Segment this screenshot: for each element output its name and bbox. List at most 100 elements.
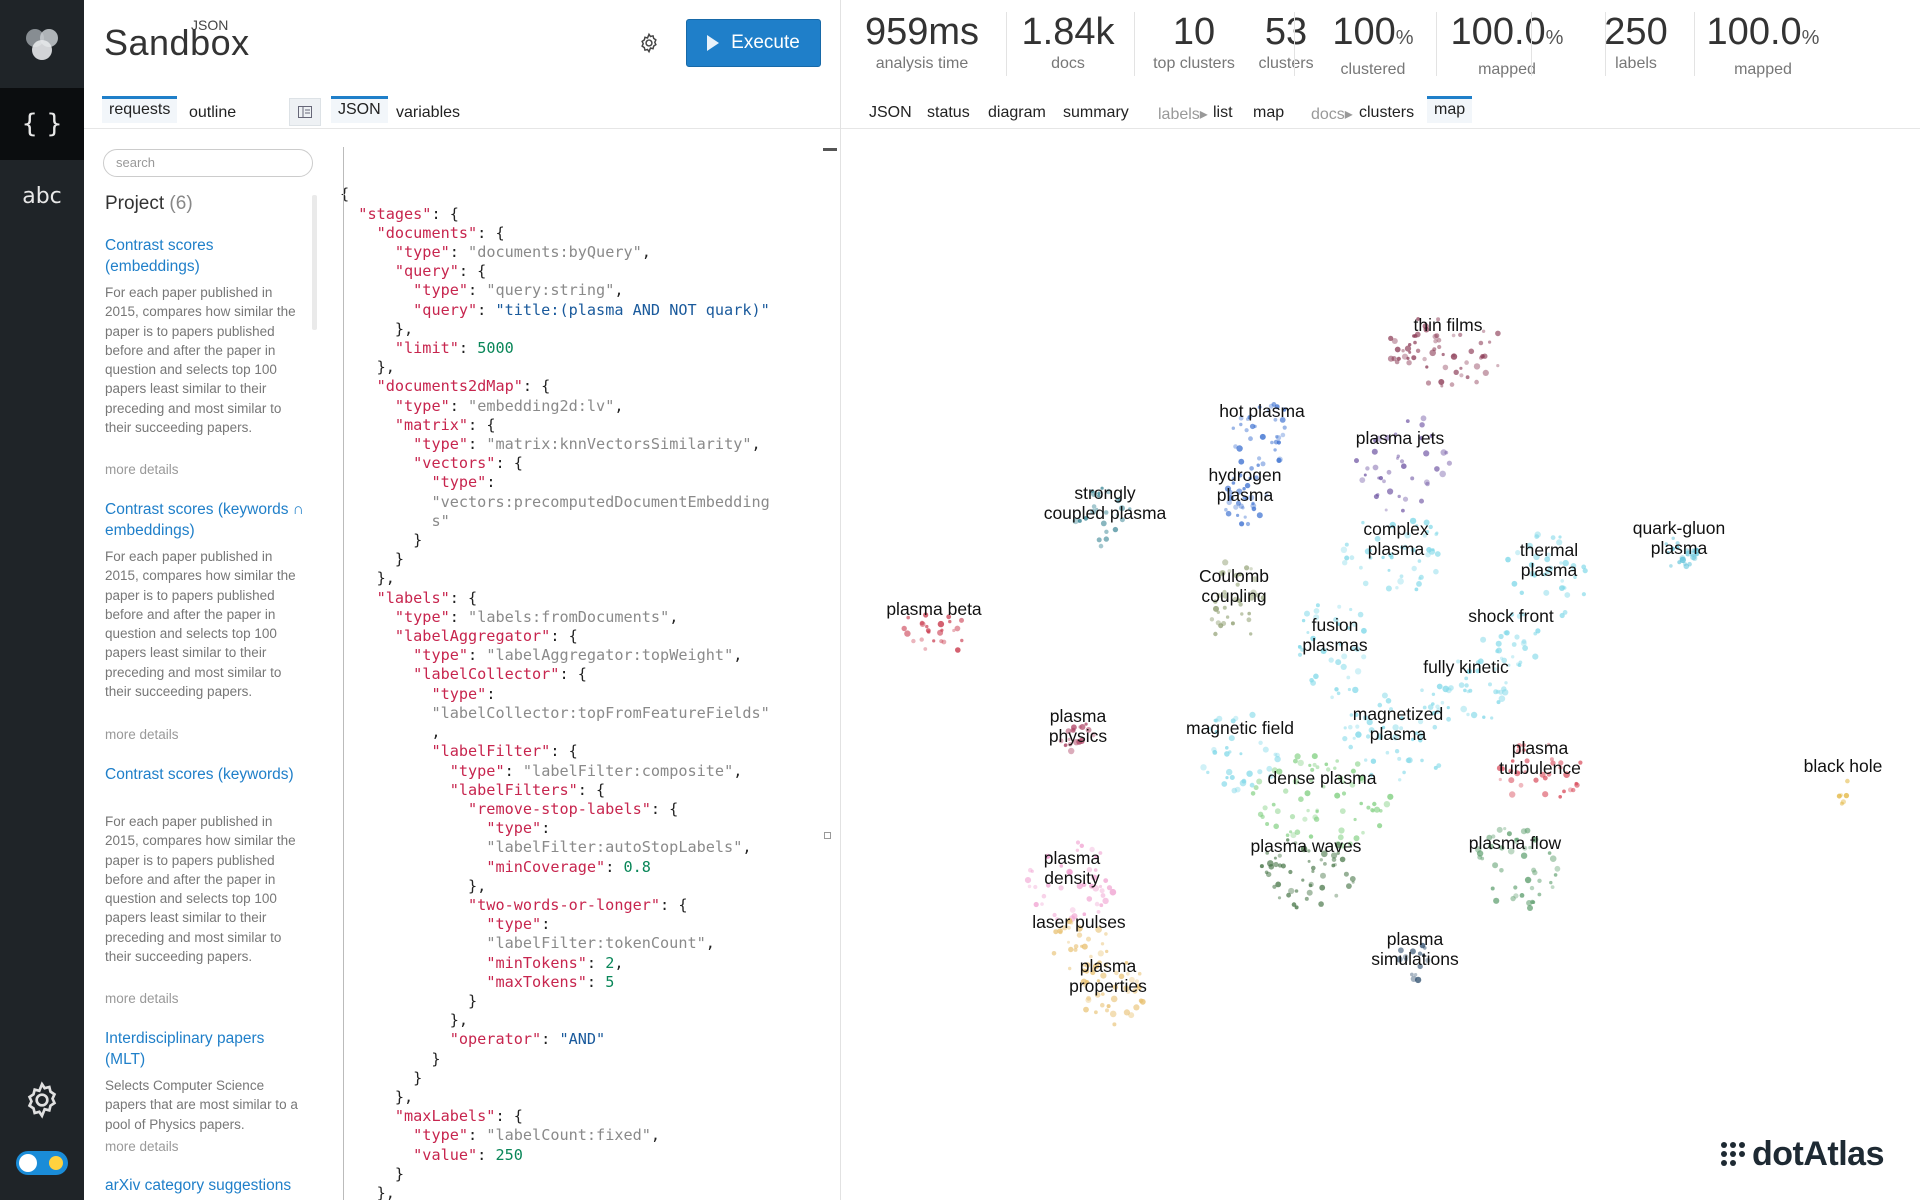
document-dot[interactable] <box>1499 868 1504 873</box>
document-dot[interactable] <box>1280 432 1286 438</box>
tab-labels-map[interactable]: map <box>1246 99 1291 126</box>
document-dot[interactable] <box>1239 422 1243 427</box>
document-dot[interactable] <box>1534 534 1540 539</box>
document-dot[interactable] <box>1354 458 1359 464</box>
document-dot[interactable] <box>1420 688 1424 692</box>
document-dot[interactable] <box>1224 751 1230 757</box>
document-dot[interactable] <box>1466 712 1470 717</box>
document-dot[interactable] <box>1104 932 1108 936</box>
document-dot[interactable] <box>1280 863 1286 869</box>
document-dot[interactable] <box>1371 448 1378 455</box>
document-dot[interactable] <box>1363 473 1367 477</box>
document-dot[interactable] <box>923 647 928 651</box>
tab-docs-clusters[interactable]: clusters <box>1352 99 1421 126</box>
document-dot[interactable] <box>1249 423 1256 430</box>
document-dot[interactable] <box>1488 682 1492 687</box>
document-dot[interactable] <box>1495 330 1501 337</box>
document-dot[interactable] <box>1225 776 1229 780</box>
document-dot[interactable] <box>1468 348 1475 355</box>
document-dot[interactable] <box>1340 546 1348 553</box>
tab-result-status[interactable]: status <box>920 99 977 126</box>
document-dot[interactable] <box>1490 886 1495 891</box>
document-dot[interactable] <box>1211 746 1217 753</box>
document-dot[interactable] <box>1341 791 1347 796</box>
document-dot[interactable] <box>1247 611 1251 616</box>
document-dot[interactable] <box>1498 777 1502 782</box>
document-dot[interactable] <box>1318 901 1324 907</box>
document-dot[interactable] <box>1441 352 1445 357</box>
document-dot[interactable] <box>1420 415 1427 422</box>
tab-docs-map[interactable]: map <box>1427 96 1473 123</box>
document-dot[interactable] <box>1323 862 1327 866</box>
document-dot[interactable] <box>1086 995 1091 1001</box>
document-dot[interactable] <box>1308 763 1312 768</box>
request-title[interactable]: Interdisciplinary papers (MLT) <box>105 1028 305 1070</box>
document-dot[interactable] <box>1564 592 1571 598</box>
document-dot[interactable] <box>1319 858 1324 862</box>
more-details-link[interactable]: more details <box>105 1139 179 1154</box>
document-dot[interactable] <box>1251 506 1257 512</box>
document-dot[interactable] <box>1381 692 1388 699</box>
document-dot[interactable] <box>1270 440 1274 445</box>
document-dot[interactable] <box>1273 439 1279 445</box>
document-dot[interactable] <box>1559 612 1565 619</box>
document-dot[interactable] <box>1357 611 1364 618</box>
cluster-label[interactable]: hydrogen plasma <box>1209 465 1282 505</box>
document-dot[interactable] <box>1243 515 1247 519</box>
document-dot[interactable] <box>1493 689 1499 695</box>
document-dot[interactable] <box>1385 698 1392 704</box>
document-dot[interactable] <box>1401 508 1405 513</box>
document-dot[interactable] <box>1493 897 1500 904</box>
document-dot[interactable] <box>1416 581 1422 587</box>
document-dot[interactable] <box>1335 759 1339 763</box>
document-dot[interactable] <box>1342 560 1348 566</box>
document-dot[interactable] <box>1334 792 1341 799</box>
document-dot[interactable] <box>1410 975 1417 983</box>
document-dot[interactable] <box>1033 901 1039 908</box>
document-dot[interactable] <box>1423 479 1430 486</box>
document-dot[interactable] <box>1257 769 1263 775</box>
cluster-label[interactable]: strongly coupled plasma <box>1044 483 1167 523</box>
document-dot[interactable] <box>1301 618 1306 623</box>
document-dot[interactable] <box>1402 496 1409 502</box>
document-dot[interactable] <box>1105 949 1109 954</box>
document-dot[interactable] <box>1384 508 1388 512</box>
document-dot[interactable] <box>1436 763 1442 768</box>
document-dot[interactable] <box>1459 373 1464 378</box>
document-dot[interactable] <box>1027 884 1032 889</box>
document-dot[interactable] <box>919 637 924 642</box>
document-dot[interactable] <box>1250 791 1256 796</box>
document-dot[interactable] <box>1398 778 1402 782</box>
document-dot[interactable] <box>1529 885 1535 891</box>
document-dot[interactable] <box>1343 726 1347 730</box>
document-dot[interactable] <box>1215 620 1221 626</box>
document-dot[interactable] <box>1268 864 1275 870</box>
document-dot[interactable] <box>1405 757 1412 764</box>
document-dot[interactable] <box>1496 826 1503 833</box>
document-dot[interactable] <box>1348 744 1353 750</box>
document-dot[interactable] <box>1256 512 1263 519</box>
document-dot[interactable] <box>1103 536 1110 542</box>
document-dot[interactable] <box>948 619 952 624</box>
document-dot[interactable] <box>1225 746 1229 750</box>
document-dot[interactable] <box>932 639 936 643</box>
document-dot[interactable] <box>1434 551 1441 557</box>
document-dot[interactable] <box>1533 777 1539 783</box>
document-dot[interactable] <box>1355 724 1360 729</box>
document-dot[interactable] <box>1439 470 1446 478</box>
cluster-label[interactable]: magnetized plasma <box>1353 704 1443 744</box>
document-dot[interactable] <box>1240 612 1244 616</box>
document-dot[interactable] <box>1081 943 1088 950</box>
search-input[interactable]: search <box>103 149 313 177</box>
document-dot[interactable] <box>1258 740 1263 745</box>
document-dot[interactable] <box>1335 659 1342 666</box>
document-dot[interactable] <box>1262 746 1269 753</box>
document-dot[interactable] <box>1028 867 1033 873</box>
cluster-label[interactable]: plasma beta <box>886 599 982 619</box>
document-dot[interactable] <box>1246 770 1253 777</box>
document-dot[interactable] <box>1076 932 1083 938</box>
document-dot[interactable] <box>1396 356 1401 361</box>
document-dot[interactable] <box>1109 888 1117 896</box>
document-dot[interactable] <box>1351 880 1355 884</box>
document-dot[interactable] <box>1568 787 1573 793</box>
